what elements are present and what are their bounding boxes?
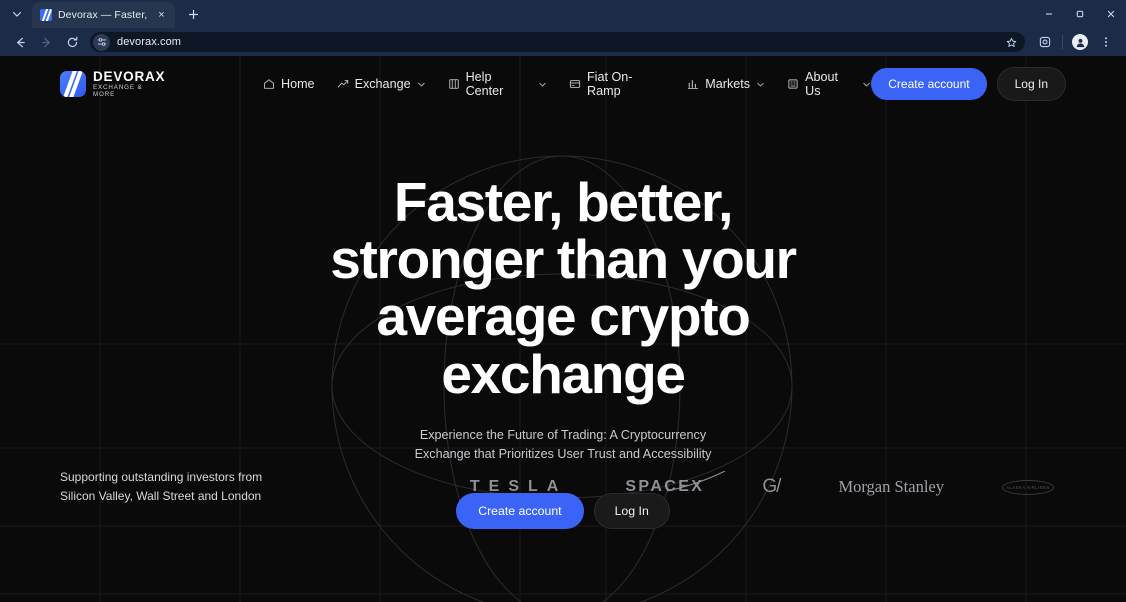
chevron-down-icon xyxy=(862,80,871,89)
tab-strip: Devorax — Faster, better, stron × xyxy=(0,0,1126,28)
site-logo[interactable]: DEVORAX EXCHANGE & MORE xyxy=(60,68,167,99)
hero-section: Faster, better, stronger than your avera… xyxy=(0,112,1126,529)
chevron-down-icon xyxy=(417,80,426,89)
reload-icon[interactable] xyxy=(60,30,84,54)
nav-item-about-us[interactable]: About Us xyxy=(787,70,871,98)
url-text: devorax.com xyxy=(117,36,182,48)
hero-subheadline: Experience the Future of Trading: A Cryp… xyxy=(414,427,712,462)
logo-tagline: EXCHANGE & MORE xyxy=(93,84,143,98)
chart-icon xyxy=(687,78,699,90)
book-icon xyxy=(448,78,460,90)
spacex-logo: SPACEX xyxy=(625,471,726,496)
header-create-account-button[interactable]: Create account xyxy=(871,68,987,100)
investor-logo-list: TESLA SPACEX G/ Morgan Stanley ALASKA AI… xyxy=(469,471,1066,498)
nav-label: Markets xyxy=(705,77,751,91)
tune-icon[interactable] xyxy=(93,33,110,51)
toolbar-right-actions xyxy=(1033,30,1118,54)
nav-item-fiat-on-ramp[interactable]: Fiat On-Ramp xyxy=(569,70,665,98)
new-tab-button[interactable] xyxy=(180,1,206,27)
maximize-button[interactable] xyxy=(1064,0,1095,28)
chevron-down-icon xyxy=(538,80,547,89)
back-icon[interactable] xyxy=(8,30,32,54)
close-icon[interactable]: × xyxy=(154,8,169,23)
nav-item-exchange[interactable]: Exchange xyxy=(337,77,426,91)
devorax-logo-icon xyxy=(60,70,86,97)
close-window-button[interactable] xyxy=(1095,0,1126,28)
sidebar-icon[interactable] xyxy=(1033,30,1057,54)
avatar xyxy=(1072,34,1088,50)
card-icon xyxy=(569,78,581,90)
window-controls xyxy=(1033,0,1126,28)
trending-up-icon xyxy=(337,78,349,90)
general-catalyst-logo: G/ xyxy=(762,476,781,498)
building-icon xyxy=(787,78,799,90)
morgan-stanley-logo: Morgan Stanley xyxy=(838,477,944,497)
header-auth-actions: Create account Log In xyxy=(871,67,1066,101)
home-icon xyxy=(263,78,275,90)
nav-label: Exchange xyxy=(354,77,411,91)
nav-label: Fiat On-Ramp xyxy=(586,70,633,98)
forward-icon[interactable] xyxy=(34,30,58,54)
logo-text: DEVORAX EXCHANGE & MORE xyxy=(93,68,167,99)
tab-title: Devorax — Faster, better, stron xyxy=(58,9,148,21)
header-log-in-button[interactable]: Log In xyxy=(996,67,1066,101)
nav-item-home[interactable]: Home xyxy=(263,77,315,91)
browser-window: Devorax — Faster, better, stron × xyxy=(0,0,1126,602)
bookmark-star-icon[interactable] xyxy=(1006,37,1017,48)
nav-item-help-center[interactable]: Help Center xyxy=(448,70,547,98)
nav-label: Home xyxy=(280,77,315,91)
web-page: DEVORAX EXCHANGE & MORE Home Exchange He… xyxy=(0,56,1126,602)
address-bar[interactable]: devorax.com xyxy=(90,32,1025,52)
toolbar-divider xyxy=(1062,35,1063,49)
investors-section: Supporting outstanding investors from Si… xyxy=(0,468,1126,506)
site-header: DEVORAX EXCHANGE & MORE Home Exchange He… xyxy=(0,56,1126,112)
logo-name: DEVORAX xyxy=(93,68,166,84)
menu-icon[interactable] xyxy=(1094,30,1118,54)
nav-label: About Us xyxy=(805,70,839,98)
tab-list-button[interactable] xyxy=(4,1,30,27)
browser-toolbar: devorax.com xyxy=(0,28,1126,56)
tesla-logo: TESLA xyxy=(469,478,568,496)
chevron-down-icon xyxy=(756,80,765,89)
nav-label: Help Center xyxy=(465,70,504,98)
main-navigation: Home Exchange Help Center Fiat On-Ramp M… xyxy=(263,70,871,98)
nav-item-markets[interactable]: Markets xyxy=(687,77,765,91)
profile-button[interactable] xyxy=(1068,30,1092,54)
minimize-button[interactable] xyxy=(1033,0,1064,28)
hero-headline: Faster, better, stronger than your avera… xyxy=(330,171,797,405)
browser-tab[interactable]: Devorax — Faster, better, stron × xyxy=(32,2,175,28)
alaska-airlines-logo-text: ALASKA AIRLINES xyxy=(1006,484,1050,490)
alaska-airlines-logo: ALASKA AIRLINES xyxy=(1002,479,1054,495)
investors-text: Supporting outstanding investors from Si… xyxy=(60,470,263,504)
devorax-logo-icon xyxy=(40,9,52,21)
